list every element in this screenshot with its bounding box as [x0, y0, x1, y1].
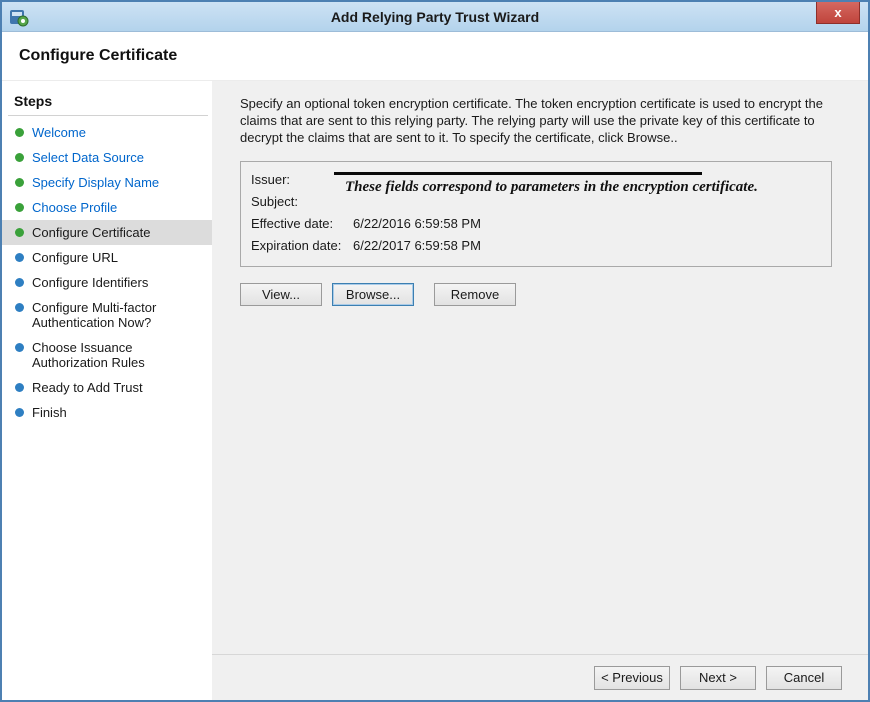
certificate-box: Issuer:Subject:Effective date:6/22/2016 …	[240, 161, 832, 267]
steps-heading: Steps	[2, 89, 212, 115]
step-status-dot	[15, 408, 24, 417]
step-label: Select Data Source	[32, 150, 144, 165]
content-area: Specify an optional token encryption cer…	[212, 81, 868, 654]
step-status-dot	[15, 303, 24, 312]
step-status-dot	[15, 278, 24, 287]
redaction-bar	[334, 172, 702, 175]
page-title: Configure Certificate	[19, 47, 177, 65]
step-item-specify-display-name[interactable]: Specify Display Name	[2, 170, 212, 195]
view-button[interactable]: View...	[240, 283, 322, 306]
step-label: Ready to Add Trust	[32, 380, 143, 395]
page-header: Configure Certificate	[2, 32, 868, 80]
next-button[interactable]: Next >	[680, 666, 756, 690]
step-status-dot	[15, 128, 24, 137]
certificate-field-row: Expiration date:6/22/2017 6:59:58 PM	[251, 235, 821, 257]
certificate-field-row: Effective date:6/22/2016 6:59:58 PM	[251, 213, 821, 235]
step-status-dot	[15, 343, 24, 352]
wizard-body: Steps Welcome Select Data Source Specify D…	[2, 80, 868, 700]
step-item-choose-issuance-authorization-rules: Choose Issuance Authorization Rules	[2, 335, 212, 375]
steps-sidebar: Steps Welcome Select Data Source Specify D…	[2, 81, 212, 700]
step-status-dot	[15, 203, 24, 212]
instruction-text: Specify an optional token encryption cer…	[240, 95, 828, 146]
step-item-configure-multi-factor-authentication-now: Configure Multi-factor Authentication No…	[2, 295, 212, 335]
certificate-field-value: 6/22/2016 6:59:58 PM	[353, 216, 481, 231]
certificate-field-label: Subject:	[251, 194, 353, 209]
step-label: Configure Multi-factor Authentication No…	[32, 300, 202, 330]
step-status-dot	[15, 178, 24, 187]
step-item-welcome[interactable]: Welcome	[2, 120, 212, 145]
step-label: Welcome	[32, 125, 86, 140]
step-item-configure-identifiers: Configure Identifiers	[2, 270, 212, 295]
step-item-finish: Finish	[2, 400, 212, 425]
adfs-wizard-icon	[9, 7, 29, 27]
wizard-footer: < Previous Next > Cancel	[212, 654, 868, 700]
browse-button[interactable]: Browse...	[332, 283, 414, 306]
remove-button[interactable]: Remove	[434, 283, 516, 306]
steps-list: Welcome Select Data Source Specify Display…	[2, 120, 212, 425]
step-label: Configure URL	[32, 250, 118, 265]
step-item-select-data-source[interactable]: Select Data Source	[2, 145, 212, 170]
step-item-configure-url: Configure URL	[2, 245, 212, 270]
step-label: Specify Display Name	[32, 175, 159, 190]
close-button[interactable]: x	[816, 1, 860, 24]
step-item-ready-to-add-trust: Ready to Add Trust	[2, 375, 212, 400]
step-item-choose-profile[interactable]: Choose Profile	[2, 195, 212, 220]
annotation-text: These fields correspond to parameters in…	[345, 179, 817, 196]
cancel-button[interactable]: Cancel	[766, 666, 842, 690]
step-status-dot	[15, 383, 24, 392]
step-label: Configure Certificate	[32, 225, 151, 240]
step-item-configure-certificate: Configure Certificate	[2, 220, 212, 245]
certificate-field-label: Effective date:	[251, 216, 353, 231]
step-label: Finish	[32, 405, 67, 420]
step-status-dot	[15, 228, 24, 237]
step-label: Configure Identifiers	[32, 275, 148, 290]
certificate-actions: View... Browse... Remove	[240, 283, 828, 306]
previous-button[interactable]: < Previous	[594, 666, 670, 690]
certificate-field-label: Expiration date:	[251, 238, 353, 253]
step-status-dot	[15, 153, 24, 162]
step-status-dot	[15, 253, 24, 262]
certificate-field-value: 6/22/2017 6:59:58 PM	[353, 238, 481, 253]
step-label: Choose Issuance Authorization Rules	[32, 340, 202, 370]
titlebar[interactable]: Add Relying Party Trust Wizard x	[2, 2, 868, 32]
steps-divider	[8, 115, 208, 116]
step-label: Choose Profile	[32, 200, 117, 215]
main-column: Specify an optional token encryption cer…	[212, 81, 868, 700]
window-title: Add Relying Party Trust Wizard	[2, 9, 868, 25]
wizard-window: Add Relying Party Trust Wizard x Configu…	[0, 0, 870, 702]
